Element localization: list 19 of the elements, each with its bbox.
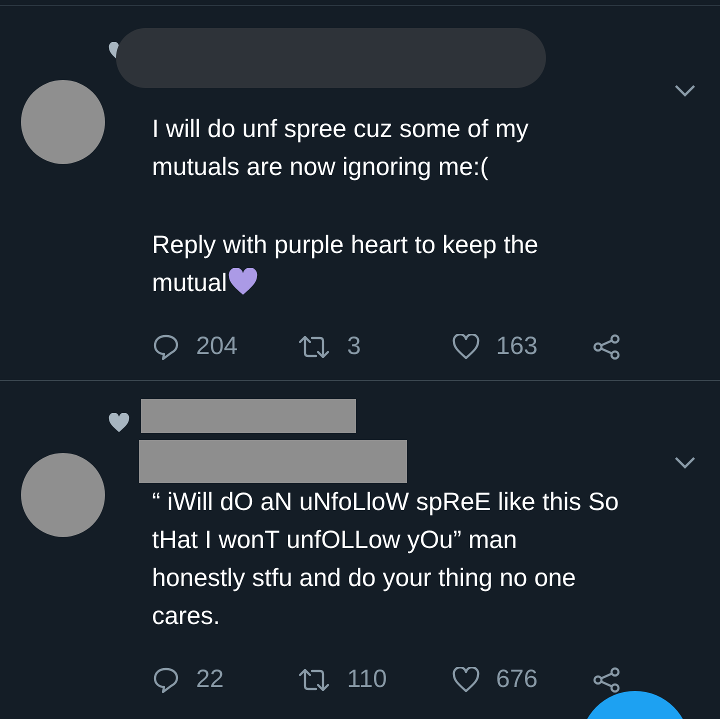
retweet-count: 3: [347, 332, 361, 361]
reply-icon[interactable]: [152, 666, 180, 694]
chevron-down-icon[interactable]: [674, 456, 696, 469]
heart-emoji-icon: [227, 268, 260, 296]
heart-icon: [108, 413, 130, 433]
like-icon[interactable]: [452, 666, 480, 692]
reply-icon[interactable]: [152, 332, 180, 360]
retweet-count: 110: [347, 665, 387, 694]
reply-count: 204: [196, 332, 238, 361]
like-count: 163: [496, 332, 538, 361]
tweet-text: I will do unf spree cuz some of my mutuals are now ignoring me:(: [152, 114, 530, 183]
tweet-text: “ iWill dO aN uNfoLloW spReE like this So tHat I wonT unfOLLow yOu” man honestly stfu and do your thing no one cares.: [152, 487, 620, 632]
like-icon[interactable]: [452, 334, 480, 360]
chevron-down-icon[interactable]: [674, 84, 696, 97]
reply-count: 22: [196, 665, 224, 694]
share-icon[interactable]: [592, 666, 622, 692]
like-count: 676: [496, 665, 538, 694]
tweet-text: Reply with purple heart to keep the mutual: [152, 230, 540, 299]
share-icon[interactable]: [592, 334, 622, 360]
